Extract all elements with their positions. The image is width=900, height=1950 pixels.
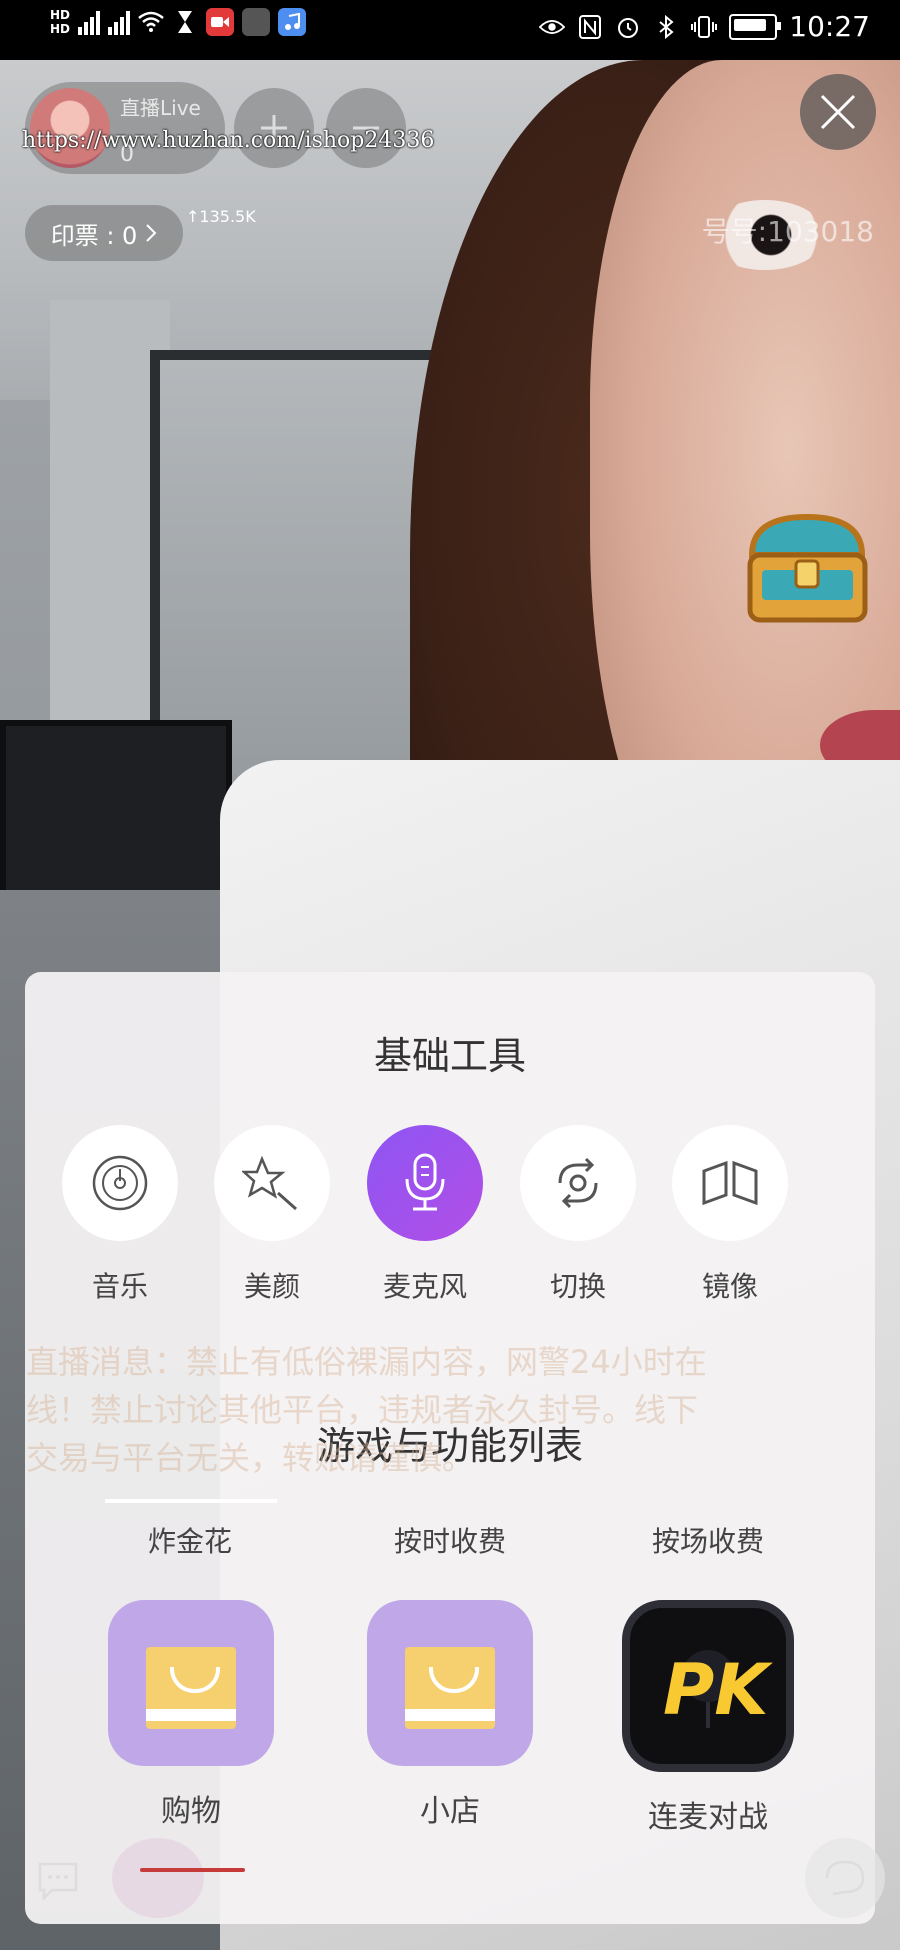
computer-monitor xyxy=(0,720,232,902)
signal-icon xyxy=(78,9,101,35)
camera-switch-icon xyxy=(520,1125,636,1241)
wifi-icon xyxy=(138,9,164,35)
close-icon xyxy=(820,94,856,130)
basic-tools-title: 基础工具 xyxy=(373,1034,526,1078)
status-right: 10:27 xyxy=(539,10,870,43)
tool-label: 麦克风 xyxy=(382,1270,467,1303)
chevron-right-icon xyxy=(146,224,157,242)
upload-speed: ↑135.5K xyxy=(186,207,256,226)
games-list-title: 游戏与功能列表 xyxy=(316,1424,583,1468)
shopping-bag-icon xyxy=(108,1600,274,1766)
status-bar: HD HD 10:27 xyxy=(0,0,900,60)
ticket-button[interactable]: 印票 : 0 xyxy=(25,205,183,261)
feature-pk-battle[interactable]: PK 连麦对战 xyxy=(620,1600,796,1836)
clock: 10:27 xyxy=(789,10,870,43)
tool-label: 音乐 xyxy=(91,1270,148,1303)
tab-session-charge[interactable]: 按场收费 xyxy=(608,1520,808,1560)
pk-text: PK xyxy=(663,1649,773,1731)
share-icon xyxy=(825,1860,865,1896)
video-app-icon xyxy=(206,8,235,36)
feature-label: 连麦对战 xyxy=(648,1800,768,1835)
bottom-tab-button[interactable] xyxy=(112,1838,204,1918)
hd-icon: HD HD xyxy=(50,8,71,36)
soul-app-icon xyxy=(242,8,271,36)
chat-bubble-icon xyxy=(38,1862,78,1902)
microphone-icon xyxy=(367,1125,483,1241)
music-disc-icon xyxy=(62,1125,178,1241)
tool-music[interactable]: 音乐 xyxy=(62,1125,178,1305)
mirror-icon xyxy=(672,1125,788,1241)
vibrate-icon xyxy=(691,14,718,40)
feature-label: 小店 xyxy=(420,1794,480,1829)
beauty-wand-icon xyxy=(214,1125,330,1241)
treasure-chest-icon[interactable] xyxy=(740,505,875,630)
tab-time-charge[interactable]: 按时收费 xyxy=(350,1520,550,1560)
tab-zhajinhua[interactable]: 炸金花 xyxy=(90,1520,290,1560)
tool-beauty[interactable]: 美颜 xyxy=(214,1125,330,1305)
battery-icon xyxy=(729,13,782,40)
close-button[interactable] xyxy=(800,74,876,150)
feature-label: 购物 xyxy=(161,1794,221,1829)
bluetooth-icon xyxy=(653,14,679,40)
hourglass-icon xyxy=(172,9,198,35)
tool-label: 美颜 xyxy=(243,1270,300,1303)
shopping-bag-icon xyxy=(367,1600,533,1766)
pk-icon: PK xyxy=(622,1600,794,1772)
tool-mirror[interactable]: 镜像 xyxy=(672,1125,788,1305)
feature-shopping[interactable]: 购物 xyxy=(103,1600,279,1830)
tab-indicator xyxy=(105,1499,277,1503)
alarm-icon xyxy=(615,14,641,40)
tool-label: 切换 xyxy=(549,1270,606,1303)
eye-icon xyxy=(539,14,566,40)
share-button[interactable] xyxy=(805,1838,885,1918)
signal-icon xyxy=(108,9,131,35)
anchor-title: 直播Live xyxy=(120,96,201,120)
nfc-icon xyxy=(577,14,603,40)
feature-shop[interactable]: 小店 xyxy=(362,1600,538,1830)
watermark-url: https://www.huzhan.com/ishop24336 xyxy=(22,128,435,153)
status-left: HD HD xyxy=(50,8,307,36)
bottom-tab-indicator xyxy=(140,1868,245,1872)
room-id: 号号:103018 xyxy=(701,215,874,248)
chat-button[interactable] xyxy=(38,1862,78,1902)
tool-switch-camera[interactable]: 切换 xyxy=(520,1125,636,1305)
music-app-icon xyxy=(278,8,307,36)
tool-label: 镜像 xyxy=(701,1270,758,1303)
ticket-label: 印票 : 0 xyxy=(50,221,138,250)
tool-microphone[interactable]: 麦克风 xyxy=(367,1125,483,1305)
